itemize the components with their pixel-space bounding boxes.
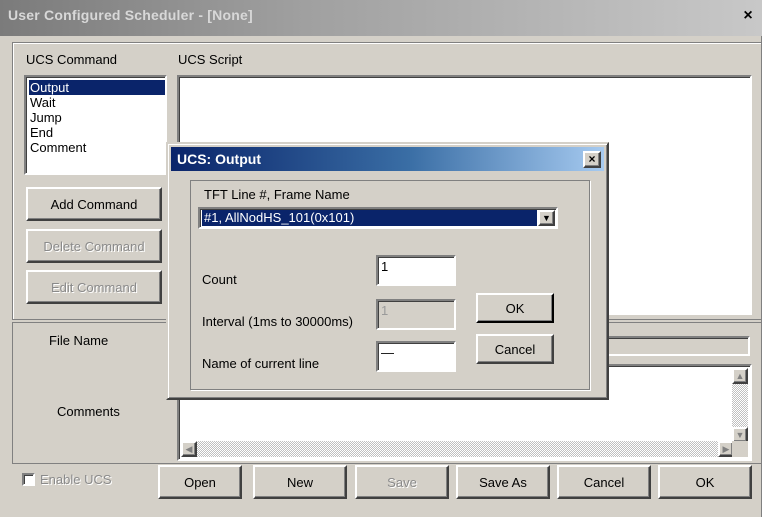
- scroll-corner: [732, 441, 748, 457]
- name-of-current-line-field[interactable]: —: [376, 341, 456, 372]
- name-of-current-line-label: Name of current line: [202, 356, 320, 371]
- vertical-scrollbar[interactable]: ▲ ▼: [732, 368, 748, 443]
- list-item-jump[interactable]: Jump: [29, 110, 165, 125]
- frame-select[interactable]: #1, AllNodHS_101(0x101) ▼: [198, 207, 558, 229]
- scroll-left-icon[interactable]: ◀: [181, 441, 197, 457]
- close-icon[interactable]: ×: [583, 151, 601, 168]
- list-item-comment[interactable]: Comment: [29, 140, 165, 155]
- frame-select-value: #1, AllNodHS_101(0x101): [202, 210, 537, 226]
- count-field[interactable]: 1: [376, 255, 456, 286]
- horizontal-scrollbar[interactable]: ◀ ▶: [181, 441, 734, 457]
- list-item-end[interactable]: End: [29, 125, 165, 140]
- dialog-cancel-button[interactable]: Cancel: [476, 334, 554, 364]
- new-button[interactable]: New: [253, 465, 347, 499]
- window-title: User Configured Scheduler - [None]: [8, 7, 253, 23]
- open-button[interactable]: Open: [158, 465, 242, 499]
- list-item-output[interactable]: Output: [29, 80, 165, 95]
- edit-command-button[interactable]: Edit Command: [26, 270, 162, 304]
- command-list[interactable]: Output Wait Jump End Comment: [24, 75, 167, 175]
- scroll-up-icon[interactable]: ▲: [732, 368, 748, 384]
- interval-label: Interval (1ms to 30000ms): [202, 314, 354, 329]
- dialog-titlebar[interactable]: UCS: Output ×: [171, 147, 604, 171]
- close-icon[interactable]: ×: [738, 6, 758, 26]
- enable-ucs-checkbox[interactable]: [22, 473, 35, 486]
- count-label: Count: [202, 272, 237, 287]
- add-command-button[interactable]: Add Command: [26, 187, 162, 221]
- comments-label: Comments: [57, 404, 120, 419]
- main-titlebar[interactable]: User Configured Scheduler - [None] ×: [0, 0, 762, 36]
- ucs-command-label: UCS Command: [26, 52, 118, 67]
- dialog-title: UCS: Output: [177, 151, 261, 167]
- tft-label: TFT Line #, Frame Name: [204, 187, 350, 202]
- file-name-label: File Name: [49, 333, 109, 348]
- enable-ucs-label: Enable UCS: [40, 472, 112, 487]
- save-as-button[interactable]: Save As: [456, 465, 550, 499]
- chevron-down-icon[interactable]: ▼: [538, 210, 555, 226]
- ucs-output-dialog: UCS: Output × TFT Line #, Frame Name #1,…: [166, 142, 609, 400]
- delete-command-button[interactable]: Delete Command: [26, 229, 162, 263]
- ok-button[interactable]: OK: [658, 465, 752, 499]
- list-item-wait[interactable]: Wait: [29, 95, 165, 110]
- ucs-script-label: UCS Script: [178, 52, 243, 67]
- dialog-ok-button[interactable]: OK: [476, 293, 554, 323]
- save-button[interactable]: Save: [355, 465, 449, 499]
- cancel-button[interactable]: Cancel: [557, 465, 651, 499]
- interval-field[interactable]: 1: [376, 299, 456, 330]
